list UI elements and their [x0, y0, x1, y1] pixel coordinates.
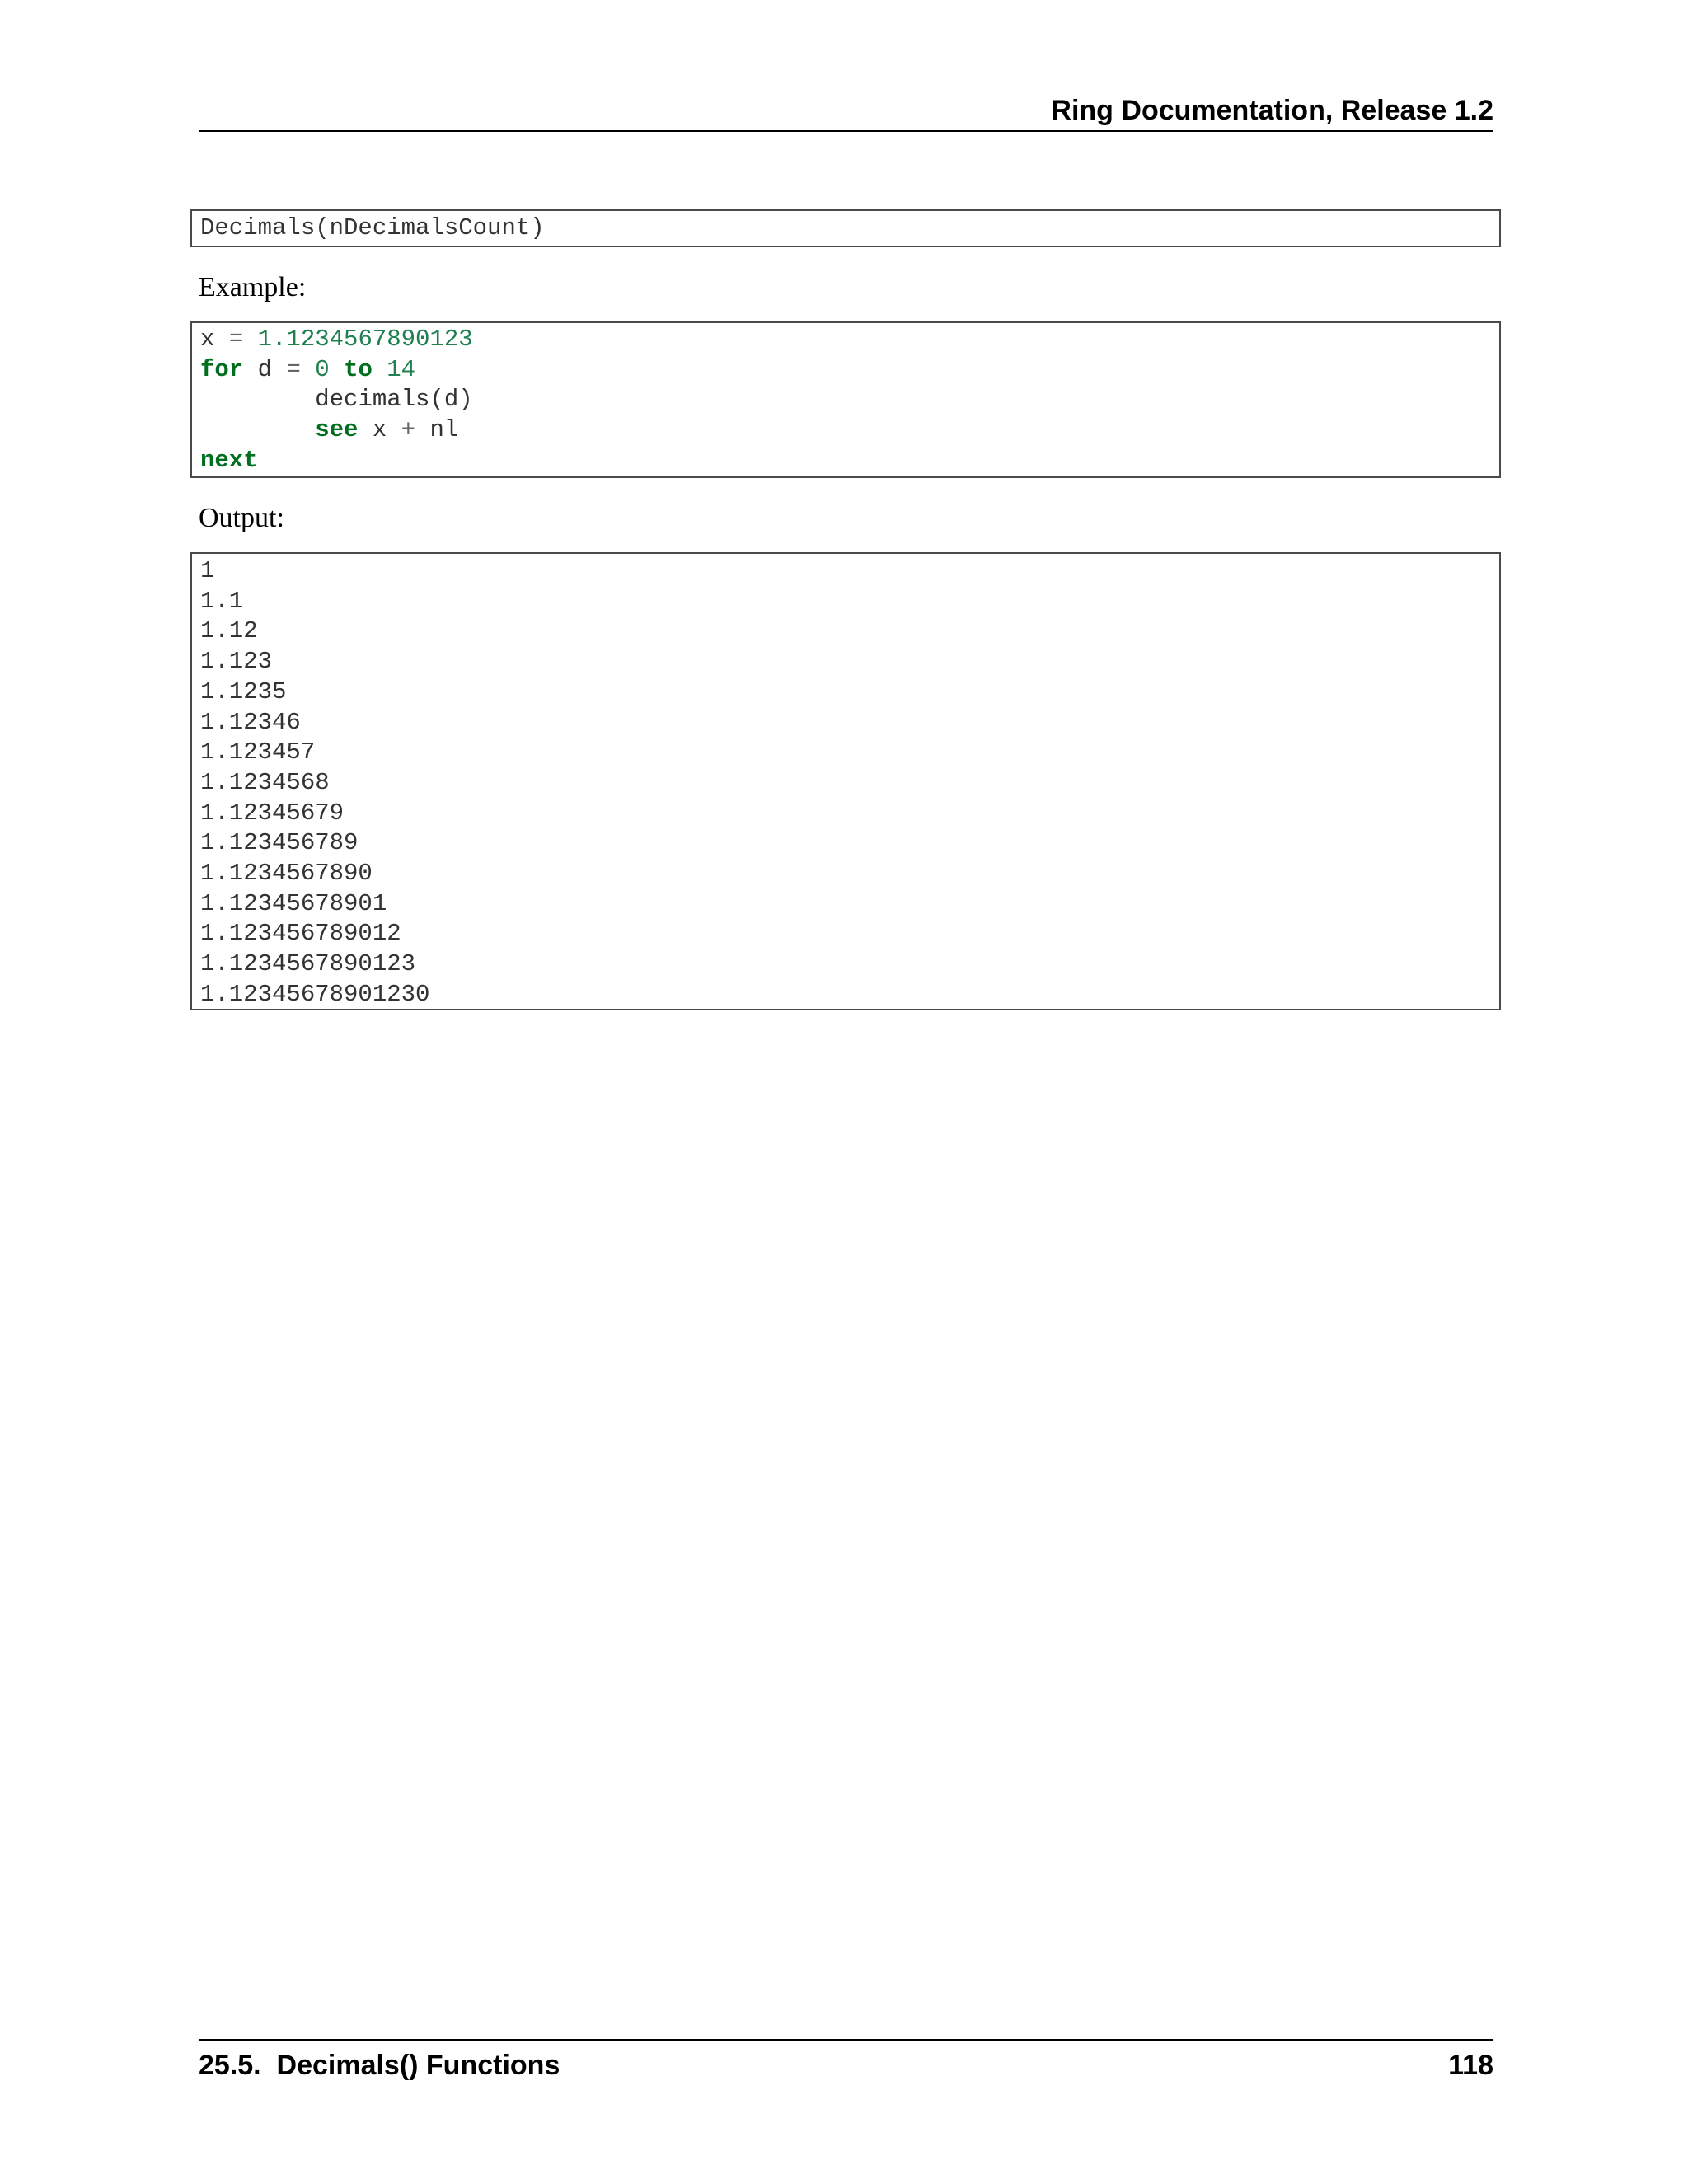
- code-token: d: [257, 355, 273, 383]
- page-header: Ring Documentation, Release 1.2: [199, 92, 1493, 132]
- function-signature: Decimals(nDecimalsCount): [200, 214, 545, 241]
- output-line: 1.1234567890123: [200, 950, 416, 978]
- code-token: +: [401, 416, 416, 444]
- section-title: 25.5. Decimals() Functions: [199, 2050, 560, 2081]
- output-label: Output:: [199, 503, 284, 533]
- code-token: see: [315, 416, 359, 444]
- code-line-1: x = 1.1234567890123: [200, 325, 1491, 355]
- output-line: 1.1235: [200, 677, 287, 705]
- example-code-block: x = 1.1234567890123 for d = 0 to 14 deci…: [190, 321, 1501, 478]
- code-token: 0: [315, 355, 330, 383]
- output-line: 1.123457: [200, 738, 316, 766]
- page-number: 118: [1448, 2050, 1493, 2081]
- code-token: decimals(d): [315, 386, 473, 414]
- output-line: 1.1234568: [200, 768, 330, 796]
- output-line: 1.12345679: [200, 799, 345, 827]
- output-line: 1.12345678901230: [200, 980, 430, 1008]
- code-line-3: decimals(d): [200, 385, 1491, 415]
- code-token: next: [200, 446, 258, 474]
- code-token: 1.1234567890123: [257, 326, 473, 353]
- output-line: 1.12: [200, 617, 258, 645]
- code-token: nl: [429, 416, 459, 444]
- output-line: 1.12346: [200, 708, 301, 736]
- code-line-2: for d = 0 to 14: [200, 355, 1491, 386]
- code-token: =: [228, 326, 244, 353]
- code-line-4: see x + nl: [200, 415, 1491, 446]
- output-code-block: 1 1.1 1.12 1.123 1.1235 1.12346 1.123457…: [190, 552, 1501, 1010]
- output-line: 1.123456789012: [200, 920, 401, 948]
- code-token: to: [344, 355, 373, 383]
- example-label: Example:: [199, 272, 307, 302]
- code-token: x: [200, 326, 215, 353]
- code-token: 14: [387, 355, 416, 383]
- code-token: =: [286, 355, 301, 383]
- output-line: 1.1: [200, 587, 244, 615]
- code-line-5: next: [200, 446, 1491, 476]
- document-title: Ring Documentation, Release 1.2: [1051, 95, 1493, 126]
- output-line: 1.123: [200, 648, 273, 676]
- code-token: for: [200, 355, 244, 383]
- output-line: 1: [200, 557, 215, 584]
- output-line: 1.12345678901: [200, 889, 387, 917]
- page-footer: 25.5. Decimals() Functions 118: [199, 2039, 1493, 2082]
- code-token: x: [372, 416, 387, 444]
- output-line: 1.1234567890: [200, 860, 373, 888]
- output-line: 1.123456789: [200, 829, 359, 857]
- function-signature-block: Decimals(nDecimalsCount): [190, 209, 1501, 247]
